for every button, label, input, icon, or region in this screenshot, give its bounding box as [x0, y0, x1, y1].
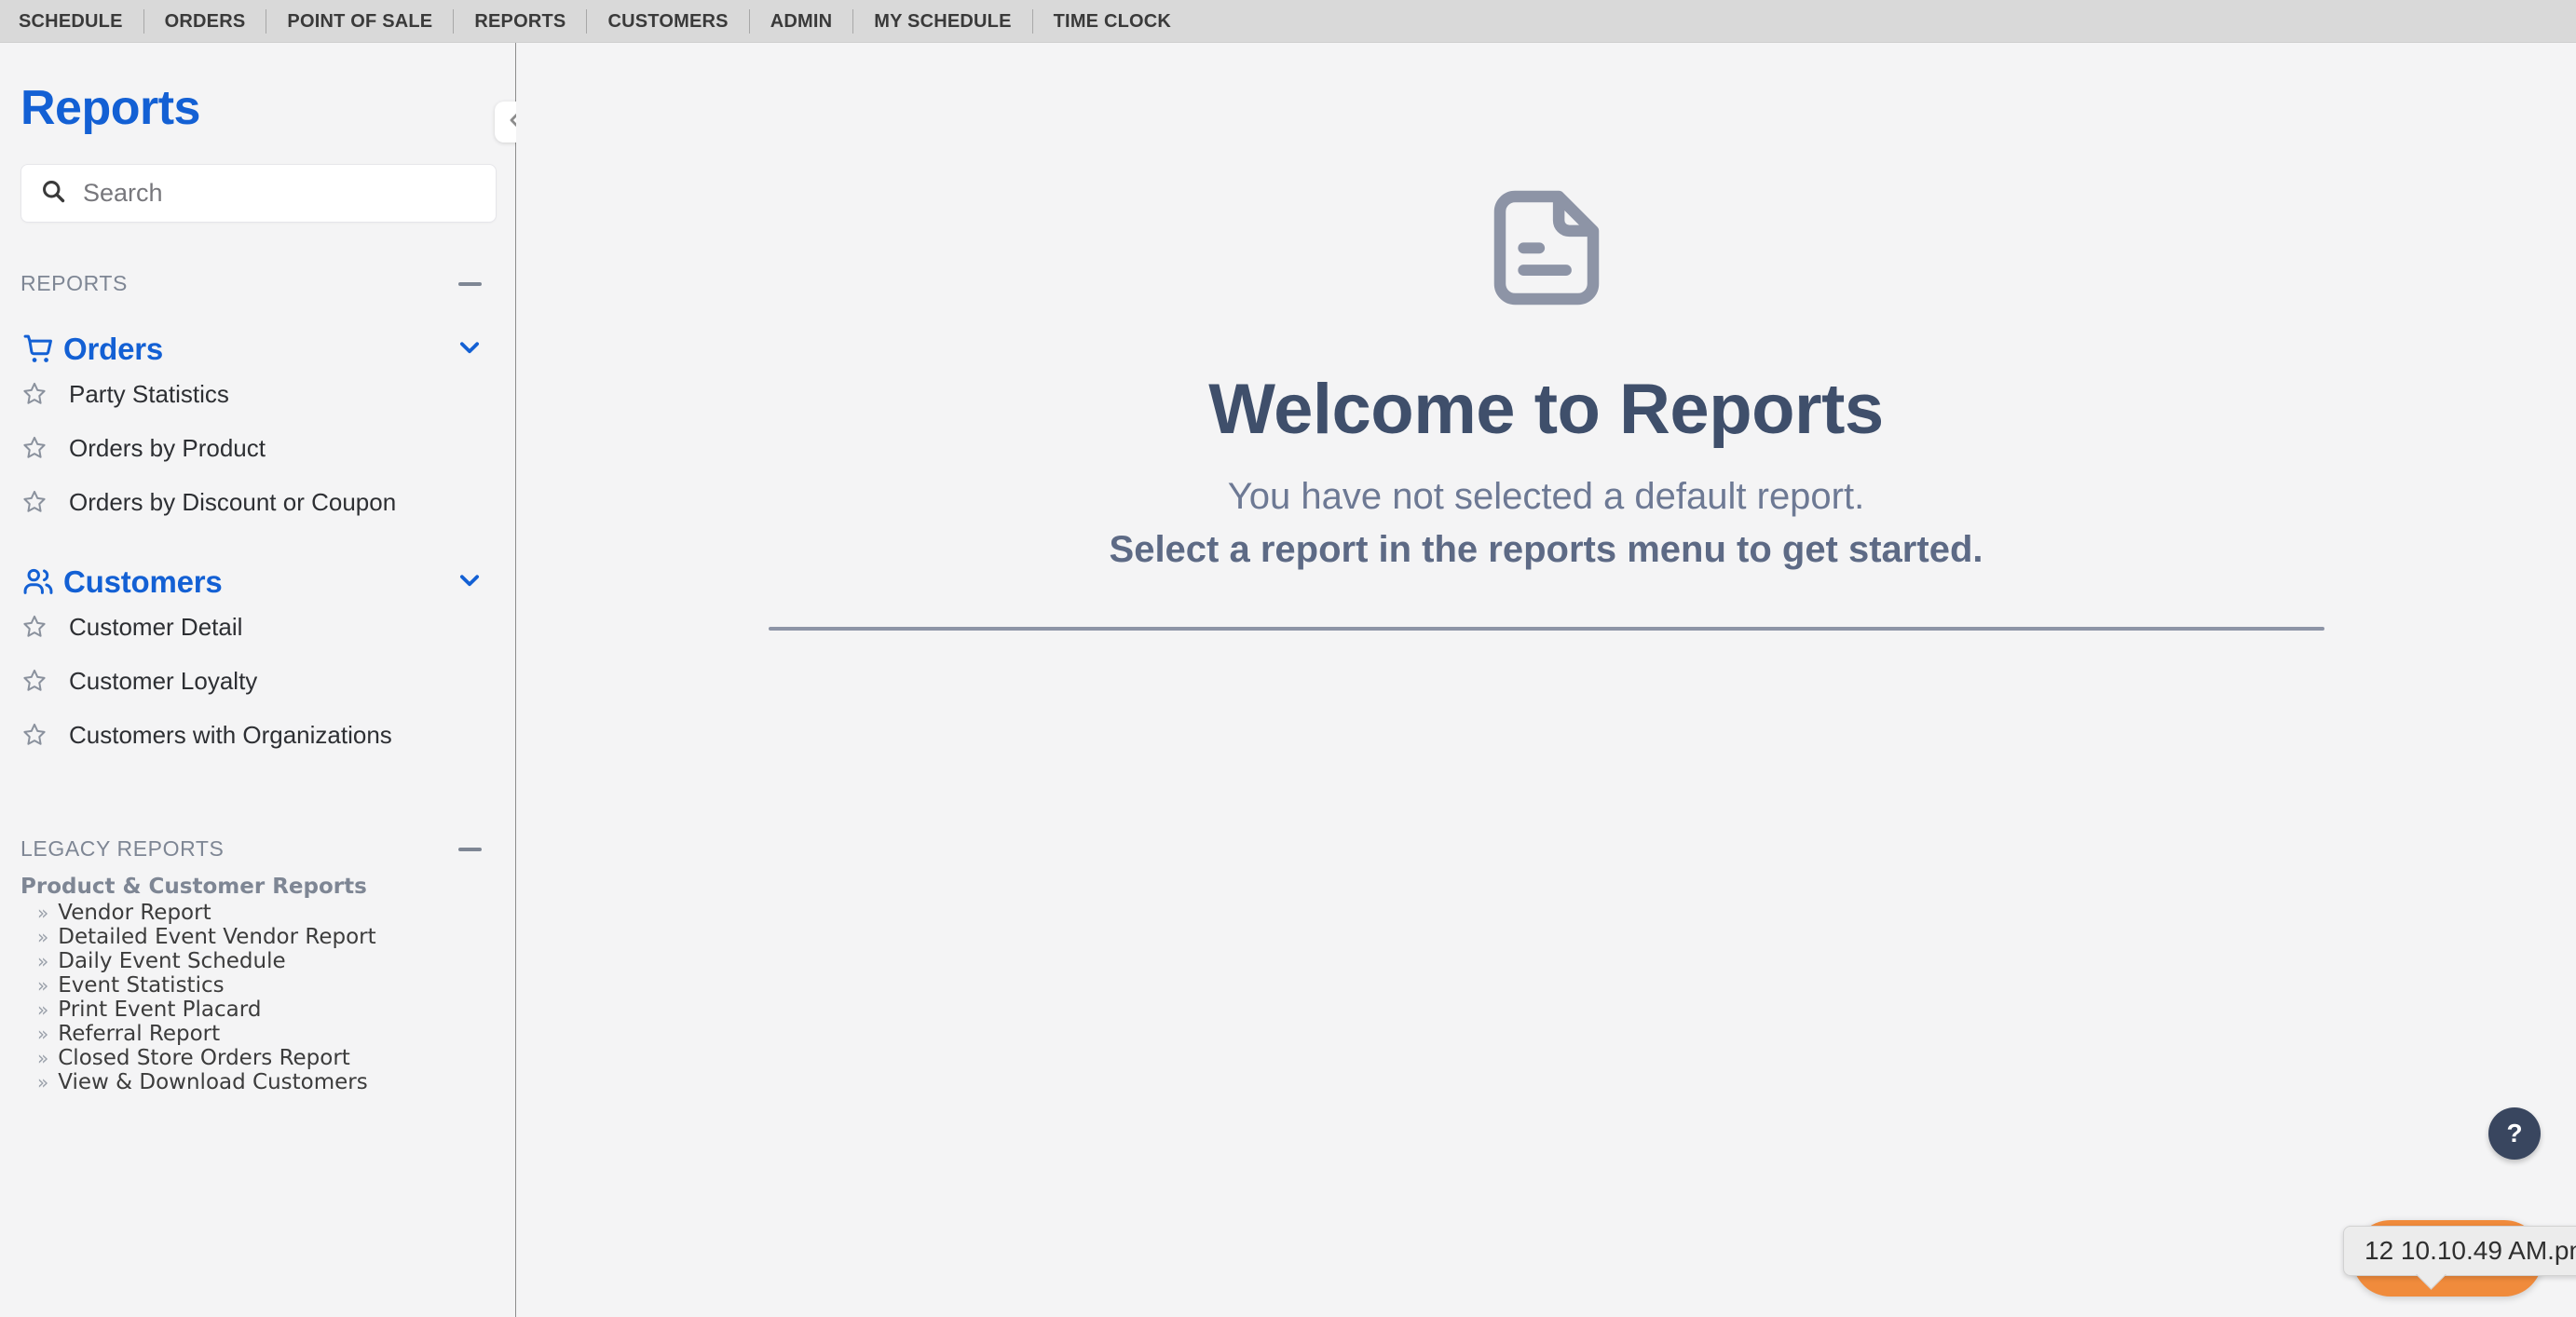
legacy-group-title: Product & Customer Reports: [20, 875, 367, 899]
report-item-label: Customers with Organizations: [69, 720, 392, 749]
question-mark-icon: ?: [2506, 1119, 2523, 1147]
welcome-subtitle-line-2: Select a report in the reports menu to g…: [1109, 529, 1983, 570]
file-name-label: 12 10.10.49 AM.png: [2365, 1236, 2576, 1265]
sidebar-scroll-area[interactable]: Reports REPORTS: [0, 43, 516, 1317]
top-navigation-bar: SCHEDULE ORDERS POINT OF SALE REPORTS CUSTOM…: [0, 0, 2576, 43]
page-title: Reports: [20, 81, 200, 135]
section-header-legacy-reports[interactable]: LEGACY REPORTS: [20, 836, 497, 862]
main-content: Welcome to Reports You have not selected…: [516, 43, 2576, 1317]
double-chevron-icon: »: [37, 1023, 49, 1045]
nav-item-time-clock[interactable]: TIME CLOCK: [1033, 0, 1192, 43]
report-item-customer-detail[interactable]: Customer Detail: [20, 600, 507, 654]
report-group-orders[interactable]: Orders: [20, 332, 497, 367]
report-item-label: Orders by Product: [69, 433, 266, 462]
legacy-reports-block: Product & Customer Reports » Vendor Repo…: [20, 875, 507, 1094]
app-shell: Reports REPORTS: [0, 43, 2576, 1317]
minus-icon[interactable]: [458, 281, 482, 286]
star-icon[interactable]: [20, 380, 48, 408]
chevron-down-icon[interactable]: [456, 566, 484, 599]
report-item-orders-by-discount-or-coupon[interactable]: Orders by Discount or Coupon: [20, 475, 507, 529]
legacy-item-event-statistics[interactable]: » Event Statistics: [20, 973, 507, 998]
section-header-reports[interactable]: REPORTS: [20, 271, 497, 296]
minus-icon[interactable]: [458, 847, 482, 851]
legacy-item-closed-store-orders-report[interactable]: » Closed Store Orders Report: [20, 1046, 507, 1070]
legacy-item-label: Referral Report: [58, 1022, 221, 1046]
legacy-item-detailed-event-vendor-report[interactable]: » Detailed Event Vendor Report: [20, 925, 507, 949]
report-item-label: Customer Detail: [69, 612, 243, 641]
double-chevron-icon: »: [37, 926, 49, 948]
content-divider: [768, 627, 2324, 631]
legacy-item-label: Vendor Report: [58, 901, 211, 925]
star-icon[interactable]: [20, 667, 48, 695]
sidebar-divider: [515, 43, 516, 1317]
double-chevron-icon: »: [37, 998, 49, 1021]
legacy-item-label: Daily Event Schedule: [58, 949, 286, 973]
sidebar-collapse-toggle[interactable]: [495, 102, 516, 143]
search-box[interactable]: [20, 164, 497, 223]
welcome-subtitle-line-1: You have not selected a default report.: [1227, 476, 1865, 517]
report-group-title: Orders: [63, 332, 164, 366]
report-group-customers[interactable]: Customers: [20, 564, 497, 600]
legacy-item-label: View & Download Customers: [58, 1070, 368, 1094]
double-chevron-icon: »: [37, 1071, 49, 1093]
report-item-party-statistics[interactable]: Party Statistics: [20, 367, 507, 421]
double-chevron-icon: »: [37, 950, 49, 972]
legacy-item-label: Print Event Placard: [58, 998, 262, 1022]
search-input[interactable]: [83, 179, 456, 208]
report-item-orders-by-product[interactable]: Orders by Product: [20, 421, 507, 475]
document-icon: [1477, 178, 1616, 322]
legacy-item-vendor-report[interactable]: » Vendor Report: [20, 901, 507, 925]
users-icon: [20, 564, 56, 600]
star-icon[interactable]: [20, 488, 48, 516]
reports-sidebar: Reports REPORTS: [0, 43, 516, 1317]
double-chevron-icon: »: [37, 1047, 49, 1069]
report-group-title: Customers: [63, 564, 223, 599]
search-icon: [40, 178, 66, 209]
shopping-cart-icon: [20, 332, 56, 367]
chevron-down-icon[interactable]: [456, 333, 484, 366]
nav-item-customers[interactable]: CUSTOMERS: [587, 0, 748, 43]
nav-item-reports[interactable]: REPORTS: [454, 0, 586, 43]
legacy-item-daily-event-schedule[interactable]: » Daily Event Schedule: [20, 949, 507, 973]
legacy-item-label: Detailed Event Vendor Report: [58, 925, 376, 949]
report-item-label: Party Statistics: [69, 379, 229, 408]
star-icon[interactable]: [20, 613, 48, 641]
report-item-customer-loyalty[interactable]: Customer Loyalty: [20, 654, 507, 708]
legacy-item-label: Event Statistics: [58, 973, 225, 998]
nav-item-point-of-sale[interactable]: POINT OF SALE: [266, 0, 453, 43]
double-chevron-icon: »: [37, 974, 49, 997]
section-label: REPORTS: [20, 271, 128, 295]
chevron-left-icon: [503, 108, 516, 137]
double-chevron-icon: »: [37, 902, 49, 924]
report-item-label: Orders by Discount or Coupon: [69, 487, 397, 516]
nav-item-orders[interactable]: ORDERS: [144, 0, 266, 43]
star-icon[interactable]: [20, 721, 48, 749]
help-button[interactable]: ?: [2488, 1107, 2541, 1160]
legacy-item-referral-report[interactable]: » Referral Report: [20, 1022, 507, 1046]
legacy-item-label: Closed Store Orders Report: [58, 1046, 350, 1070]
legacy-item-print-event-placard[interactable]: » Print Event Placard: [20, 998, 507, 1022]
star-icon[interactable]: [20, 434, 48, 462]
nav-item-schedule[interactable]: SCHEDULE: [19, 0, 143, 43]
section-label: LEGACY REPORTS: [20, 836, 225, 861]
nav-item-admin[interactable]: ADMIN: [750, 0, 853, 43]
welcome-title: Welcome to Reports: [1208, 370, 1884, 449]
report-item-customers-with-organizations[interactable]: Customers with Organizations: [20, 708, 507, 762]
legacy-item-view-download-customers[interactable]: » View & Download Customers: [20, 1070, 507, 1094]
file-name-tooltip: 12 10.10.49 AM.png: [2343, 1226, 2576, 1276]
report-item-label: Customer Loyalty: [69, 666, 258, 695]
nav-item-my-schedule[interactable]: MY SCHEDULE: [853, 0, 1031, 43]
